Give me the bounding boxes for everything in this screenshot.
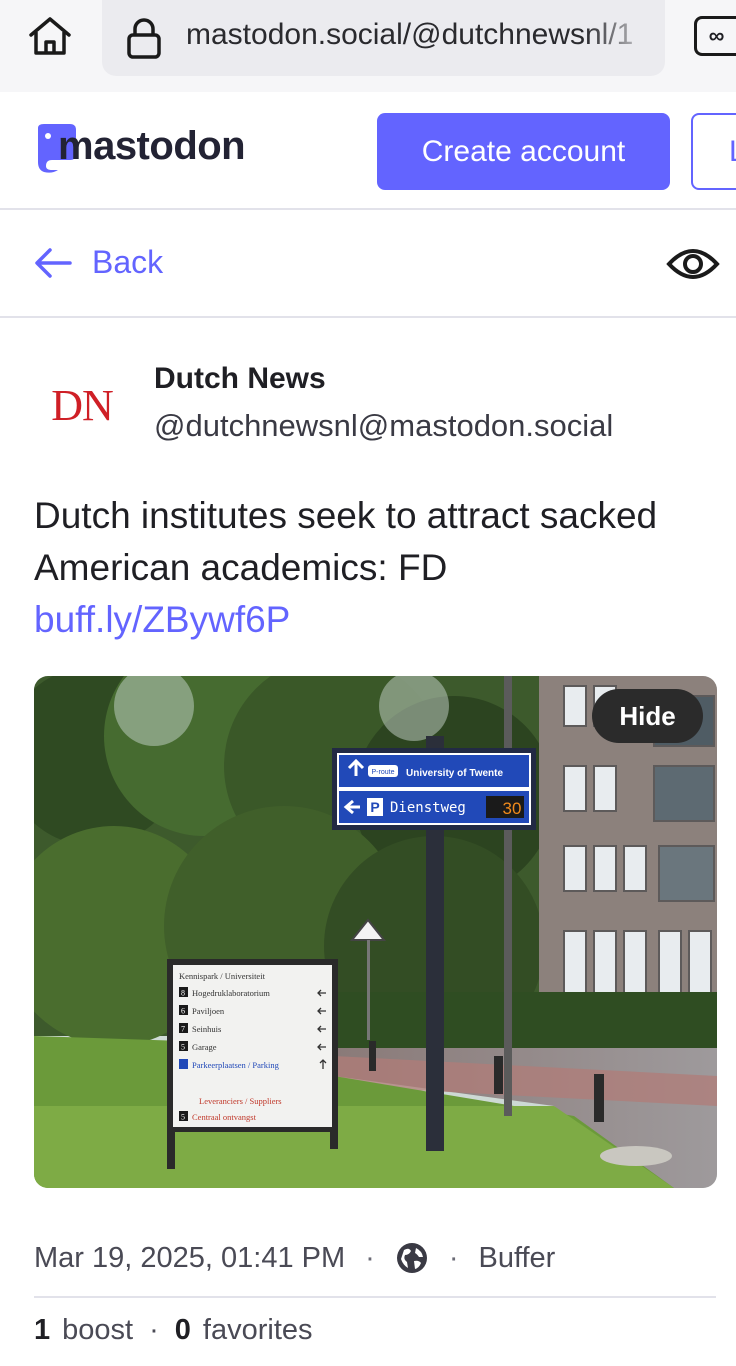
boosts-count: 1 <box>34 1314 51 1346</box>
status-date[interactable]: Mar 19, 2025, 01:41 PM <box>34 1242 345 1275</box>
status-meta: Mar 19, 2025, 01:41 PM · · Buffer <box>34 1236 714 1280</box>
board-title: Kennispark / Universiteit <box>179 971 266 981</box>
media-attachment[interactable]: P-route University of Twente P Dienstweg… <box>34 676 717 1188</box>
sign-count: 30 <box>503 799 522 818</box>
back-button[interactable]: Back <box>34 244 163 281</box>
board-row-label: Garage <box>192 1042 217 1052</box>
home-icon[interactable] <box>24 12 76 60</box>
eye-icon[interactable] <box>666 244 720 284</box>
tabs-counter-icon[interactable]: ∞ <box>694 16 736 56</box>
status-body: Dutch institutes seek to attract sacked … <box>34 495 658 588</box>
board-row-label: Seinhuis <box>192 1024 221 1034</box>
account-handle: @dutchnewsnl@mastodon.social <box>154 408 614 443</box>
favorites-count: 0 <box>174 1314 191 1346</box>
sign-bottom-text: Dienstweg <box>390 800 466 816</box>
status-account[interactable]: DN Dutch News @dutchnewsnl@mastodon.soci… <box>34 360 714 450</box>
board-row-num: 8 <box>181 989 185 998</box>
board-last: Centraal ontvangst <box>192 1112 257 1122</box>
logo-wordmark: mastodon <box>58 123 246 168</box>
separator: · <box>365 1241 375 1274</box>
hide-media-button[interactable]: Hide <box>592 689 703 743</box>
status-link[interactable]: buff.ly/ZBywf6P <box>34 594 714 646</box>
column-header: Back <box>0 210 736 318</box>
avatar[interactable]: DN <box>34 360 130 450</box>
board-row-label: Paviljoen <box>192 1006 225 1016</box>
board-row-num: 6 <box>181 1007 185 1016</box>
boosts-label[interactable]: boost <box>62 1314 133 1347</box>
board-row-label: Hogedruklaboratorium <box>192 988 270 998</box>
board-supplier: Leveranciers / Suppliers <box>199 1096 282 1106</box>
back-label: Back <box>92 244 164 280</box>
board-row-num: 7 <box>181 1025 185 1034</box>
divider <box>34 1296 716 1298</box>
sign-top-text: University of Twente <box>406 768 503 779</box>
separator: · <box>448 1241 459 1274</box>
status-stats: 1 boost · 0 favorites <box>34 1314 313 1347</box>
create-account-button[interactable]: Create account <box>377 113 670 190</box>
status-content: Dutch institutes seek to attract sacked … <box>34 490 714 646</box>
board-row-num: 5 <box>181 1113 185 1122</box>
address-bar[interactable]: mastodon.social/@dutchnewsnl/1 <box>102 0 665 76</box>
board-row-num: 5 <box>181 1043 185 1052</box>
url-text: mastodon.social/@dutchnewsnl/1 <box>186 18 634 51</box>
login-button[interactable]: L <box>691 113 736 190</box>
separator: · <box>149 1314 159 1346</box>
browser-toolbar: mastodon.social/@dutchnewsnl/1 ∞ <box>0 0 736 92</box>
site-header: mastodon Create account L <box>0 92 736 210</box>
photo-university-signs: P-route University of Twente P Dienstweg… <box>34 676 717 1188</box>
status-application: Buffer <box>478 1241 556 1274</box>
arrow-left-icon <box>35 247 72 278</box>
sign-p: P <box>370 799 379 815</box>
globe-icon <box>396 1243 427 1273</box>
route-badge: P-route <box>372 769 395 776</box>
display-name[interactable]: Dutch News <box>154 362 326 396</box>
lock-icon <box>127 18 161 59</box>
favorites-label[interactable]: favorites <box>203 1314 313 1347</box>
mastodon-logo[interactable]: mastodon <box>32 122 246 174</box>
board-row-label: Parkeerplaatsen / Parking <box>192 1060 280 1070</box>
